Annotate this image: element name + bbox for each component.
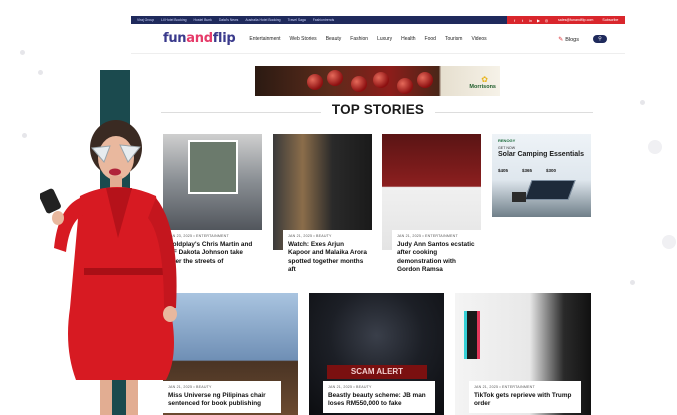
top-link[interactable]: Australia Hotel Booking — [245, 18, 280, 22]
inset-photo — [188, 140, 238, 194]
top-link[interactable]: Lil Hotel Booking — [161, 18, 186, 22]
power-station-image — [512, 192, 526, 202]
site-header: funandflip Entertainment Web Stories Bea… — [131, 24, 625, 54]
ad-price: $365 — [522, 168, 533, 173]
nav-item-beauty[interactable]: Beauty — [326, 36, 342, 42]
story-title[interactable]: TikTok gets reprieve with Trump order — [474, 392, 576, 409]
website-preview: Viraj Group Lil Hotel Booking Hostel Bun… — [131, 16, 625, 415]
email-link[interactable]: sales@funandflip.com — [558, 18, 593, 22]
story-card[interactable]: SCAM ALERT JAN 21, 2025 • BEAUTY Beastly… — [309, 293, 444, 415]
logo-part: fun — [163, 31, 187, 46]
decor-dot — [662, 235, 676, 249]
story-card[interactable]: JAN 21, 2025 • BEAUTY Watch: Exes Arjun … — [273, 134, 372, 279]
apple-image — [373, 72, 389, 88]
banner-brand: Morrisons — [469, 84, 496, 90]
edit-icon: ✎ — [558, 37, 564, 43]
youtube-icon[interactable]: ▶ — [536, 18, 541, 23]
decor-dot — [648, 140, 662, 154]
blogs-link[interactable]: ✎ Blogs — [558, 36, 579, 44]
solar-panel-image — [524, 180, 576, 200]
logo-part: and — [186, 31, 213, 46]
apple-image — [327, 70, 343, 86]
apple-image — [397, 78, 413, 94]
main-nav: Entertainment Web Stories Beauty Fashion… — [249, 36, 486, 42]
site-logo[interactable]: funandflip — [163, 31, 236, 46]
apple-image — [307, 74, 323, 90]
facebook-icon[interactable]: f — [512, 18, 517, 23]
search-button[interactable]: ⚲ — [593, 35, 607, 43]
subscribe-link[interactable]: Subscribe — [602, 18, 618, 22]
top-link[interactable]: Travel Saga — [288, 18, 306, 22]
nav-item-web-stories[interactable]: Web Stories — [290, 36, 317, 42]
story-meta: JAN 21, 2025 • ENTERTAINMENT — [397, 234, 458, 238]
story-caption: JAN 21, 2025 • BEAUTY Watch: Exes Arjun … — [283, 230, 372, 279]
twitter-icon[interactable]: t — [520, 18, 525, 23]
top-link[interactable]: Fashiontrends — [313, 18, 335, 22]
instagram-icon[interactable]: ◎ — [544, 18, 549, 23]
nav-item-health[interactable]: Health — [401, 36, 415, 42]
decor-dot — [640, 100, 645, 105]
search-icon: ⚲ — [598, 35, 602, 42]
model-illustration — [40, 120, 177, 415]
scam-alert-sign: SCAM ALERT — [327, 365, 427, 379]
section-title: TOP STORIES — [331, 102, 425, 117]
ad-banner[interactable]: ✿ Morrisons — [255, 66, 500, 96]
decor-dot — [630, 280, 635, 285]
brand-flower-icon: ✿ — [481, 75, 488, 84]
ad-price: $300 — [546, 168, 557, 173]
ad-renogy[interactable]: RENOGY GET NOW Solar Camping Essentials … — [492, 134, 591, 217]
nav-item-fashion[interactable]: Fashion — [350, 36, 368, 42]
story-card[interactable]: JAN 21, 2025 • ENTERTAINMENT Judy Ann Sa… — [382, 134, 481, 279]
story-meta: JAN 21, 2025 • BEAUTY — [328, 385, 372, 389]
ad-subtext: GET NOW — [498, 146, 516, 150]
tiktok-logo-icon — [467, 311, 477, 359]
nav-item-luxury[interactable]: Luxury — [377, 36, 392, 42]
top-link[interactable]: Hostel Bunk — [194, 18, 212, 22]
ad-price: $405 — [498, 168, 509, 173]
nav-item-tourism[interactable]: Tourism — [445, 36, 463, 42]
ad-brand: RENOGY — [498, 138, 516, 143]
story-meta: JAN 21, 2025 • BEAUTY — [288, 234, 332, 238]
story-card[interactable]: JAN 21, 2025 • ENTERTAINMENT TikTok gets… — [455, 293, 591, 415]
story-title[interactable]: Watch: Exes Arjun Kapoor and Malaika Aro… — [288, 241, 367, 274]
top-link[interactable]: Dalal's News — [219, 18, 239, 22]
story-title[interactable]: Beastly beauty scheme: JB man loses RM55… — [328, 392, 430, 409]
apple-image — [417, 72, 433, 88]
top-link[interactable]: Viraj Group — [137, 18, 154, 22]
story-caption: JAN 21, 2025 • ENTERTAINMENT Judy Ann Sa… — [392, 230, 481, 279]
decor-dot — [22, 133, 27, 138]
decor-dot — [20, 50, 25, 55]
ad-title: Solar Camping Essentials — [498, 151, 584, 158]
decor-dot — [38, 70, 43, 75]
story-caption: JAN 21, 2025 • ENTERTAINMENT TikTok gets… — [469, 381, 581, 413]
top-bar: Viraj Group Lil Hotel Booking Hostel Bun… — [131, 16, 625, 24]
nav-item-entertainment[interactable]: Entertainment — [249, 36, 280, 42]
apple-image — [351, 76, 367, 92]
contact-strip: f t in ▶ ◎ sales@funandflip.com Subscrib… — [507, 16, 625, 24]
story-title[interactable]: Judy Ann Santos ecstatic after cooking d… — [397, 241, 476, 274]
linkedin-icon[interactable]: in — [528, 18, 533, 23]
nav-item-videos[interactable]: Videos — [471, 36, 486, 42]
blogs-label: Blogs — [565, 36, 579, 43]
story-caption: JAN 21, 2025 • BEAUTY Beastly beauty sch… — [323, 381, 435, 413]
logo-part: flip — [212, 31, 236, 46]
nav-item-food[interactable]: Food — [425, 36, 436, 42]
story-meta: JAN 21, 2025 • ENTERTAINMENT — [474, 385, 535, 389]
